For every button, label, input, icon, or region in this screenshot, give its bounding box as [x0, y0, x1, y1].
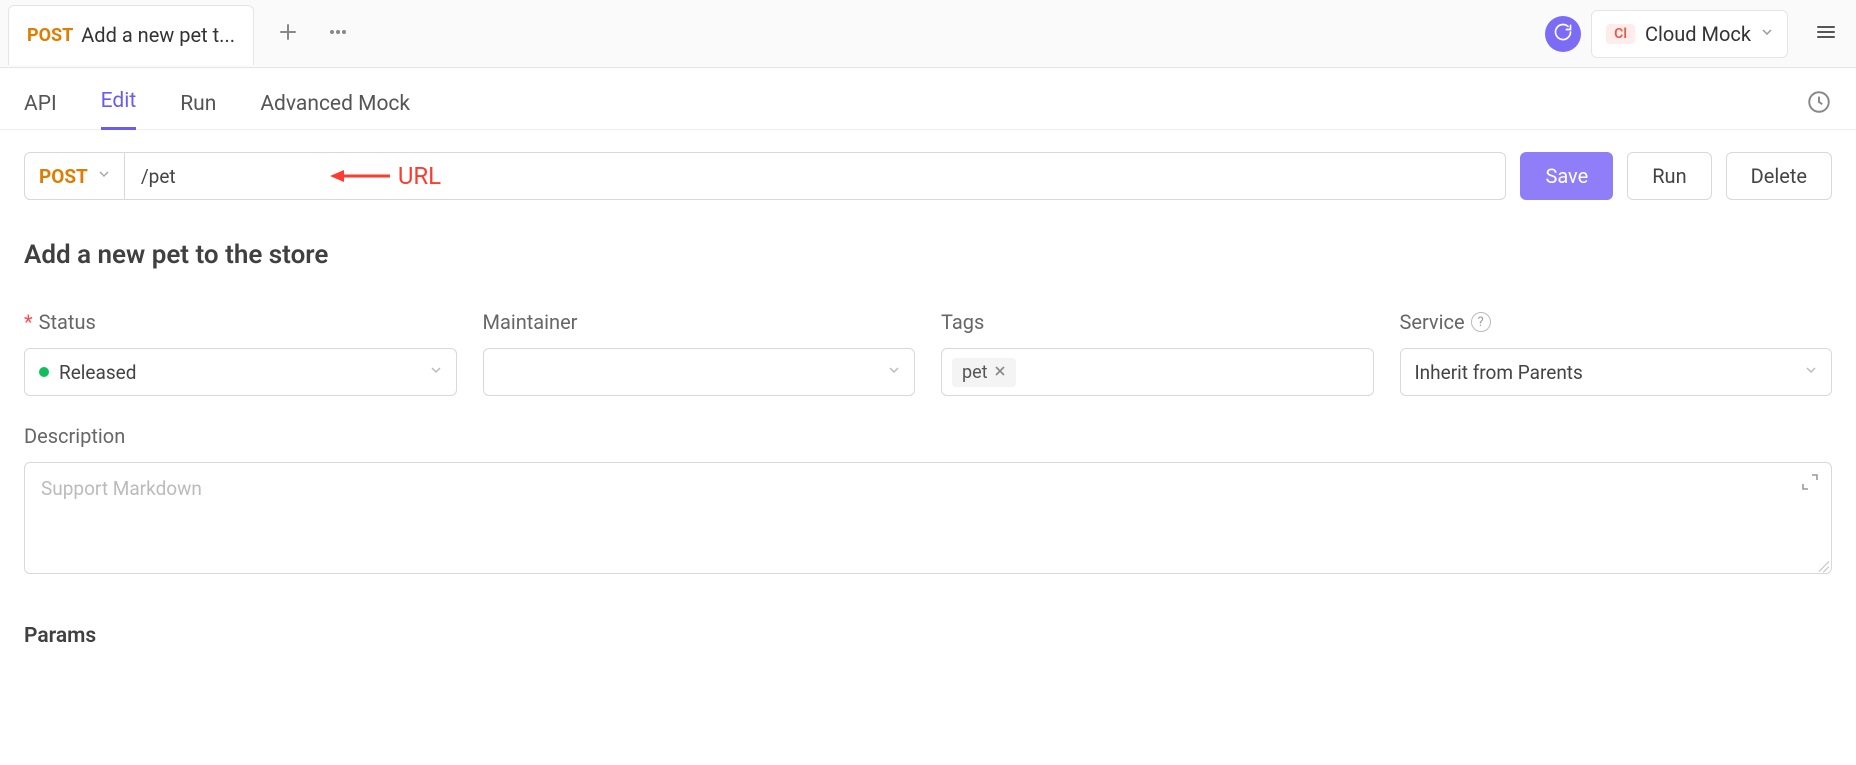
expand-button[interactable] [1801, 473, 1819, 496]
maintainer-field: Maintainer [483, 310, 916, 396]
url-row: POST /pet URL Save Run Delete [24, 152, 1832, 200]
more-horizontal-icon [327, 21, 349, 47]
save-button[interactable]: Save [1520, 152, 1613, 200]
tab-title: Add a new pet t... [81, 23, 235, 47]
delete-button[interactable]: Delete [1726, 152, 1832, 200]
tab-method-badge: POST [27, 25, 73, 46]
history-icon [1806, 100, 1832, 119]
plus-icon [278, 22, 298, 46]
menu-button[interactable] [1804, 12, 1848, 56]
tab-active-request[interactable]: POST Add a new pet t... [8, 5, 254, 65]
tag-chip: pet [952, 358, 1016, 387]
params-heading: Params [24, 624, 1832, 648]
required-marker: * [24, 310, 33, 334]
url-value: /pet [141, 165, 176, 188]
service-select[interactable]: Inherit from Parents [1400, 348, 1833, 396]
tags-field: Tags pet [941, 310, 1374, 396]
new-tab-button[interactable] [266, 12, 310, 56]
resize-handle[interactable] [1815, 557, 1829, 571]
maintainer-label: Maintainer [483, 310, 578, 334]
env-badge: Cl [1606, 24, 1635, 44]
tab-overflow-button[interactable] [316, 12, 360, 56]
sync-button[interactable] [1545, 16, 1581, 52]
help-icon[interactable]: ? [1471, 312, 1491, 332]
subnav-run[interactable]: Run [180, 78, 216, 130]
environment-select[interactable]: Cl Cloud Mock [1591, 10, 1788, 58]
description-placeholder: Support Markdown [41, 477, 202, 500]
menu-icon [1815, 21, 1837, 47]
content-area: POST /pet URL Save Run Delete Add a new … [0, 130, 1856, 648]
subnav-edit[interactable]: Edit [101, 75, 137, 130]
run-button[interactable]: Run [1627, 152, 1711, 200]
subnav-advanced-mock[interactable]: Advanced Mock [260, 78, 410, 130]
api-title: Add a new pet to the store [24, 240, 1832, 270]
sync-icon [1553, 22, 1573, 46]
status-field: * Status Released [24, 310, 457, 396]
env-label: Cloud Mock [1645, 22, 1751, 46]
status-label: Status [39, 310, 96, 334]
method-value: POST [39, 165, 88, 188]
service-field: Service ? Inherit from Parents [1400, 310, 1833, 396]
service-value: Inherit from Parents [1415, 361, 1583, 384]
http-method-select[interactable]: POST [24, 152, 125, 200]
status-dot-icon [39, 367, 49, 377]
tags-label: Tags [941, 310, 984, 334]
status-select[interactable]: Released [24, 348, 457, 396]
description-textarea[interactable]: Support Markdown [24, 462, 1832, 574]
window-tabbar: POST Add a new pet t... Cl Cloud Mock [0, 0, 1856, 68]
chevron-down-icon [1761, 26, 1773, 42]
chevron-down-icon [98, 168, 110, 184]
maintainer-select[interactable] [483, 348, 916, 396]
metadata-fields: * Status Released Maintainer [24, 310, 1832, 396]
chevron-down-icon [1805, 364, 1817, 380]
chevron-down-icon [888, 364, 900, 380]
annotation-text: URL [398, 162, 441, 190]
url-input[interactable]: /pet URL [124, 152, 1507, 200]
remove-tag-button[interactable] [994, 363, 1006, 381]
subnav-api[interactable]: API [24, 78, 57, 130]
tags-input[interactable]: pet [941, 348, 1374, 396]
service-label: Service [1400, 310, 1465, 334]
tag-text: pet [962, 362, 988, 383]
description-label: Description [24, 424, 125, 448]
description-field: Description Support Markdown [24, 424, 1832, 574]
chevron-down-icon [430, 364, 442, 380]
history-button[interactable] [1806, 89, 1832, 129]
request-subnav: API Edit Run Advanced Mock [0, 68, 1856, 130]
url-annotation: URL [330, 162, 441, 190]
status-value: Released [59, 361, 136, 384]
